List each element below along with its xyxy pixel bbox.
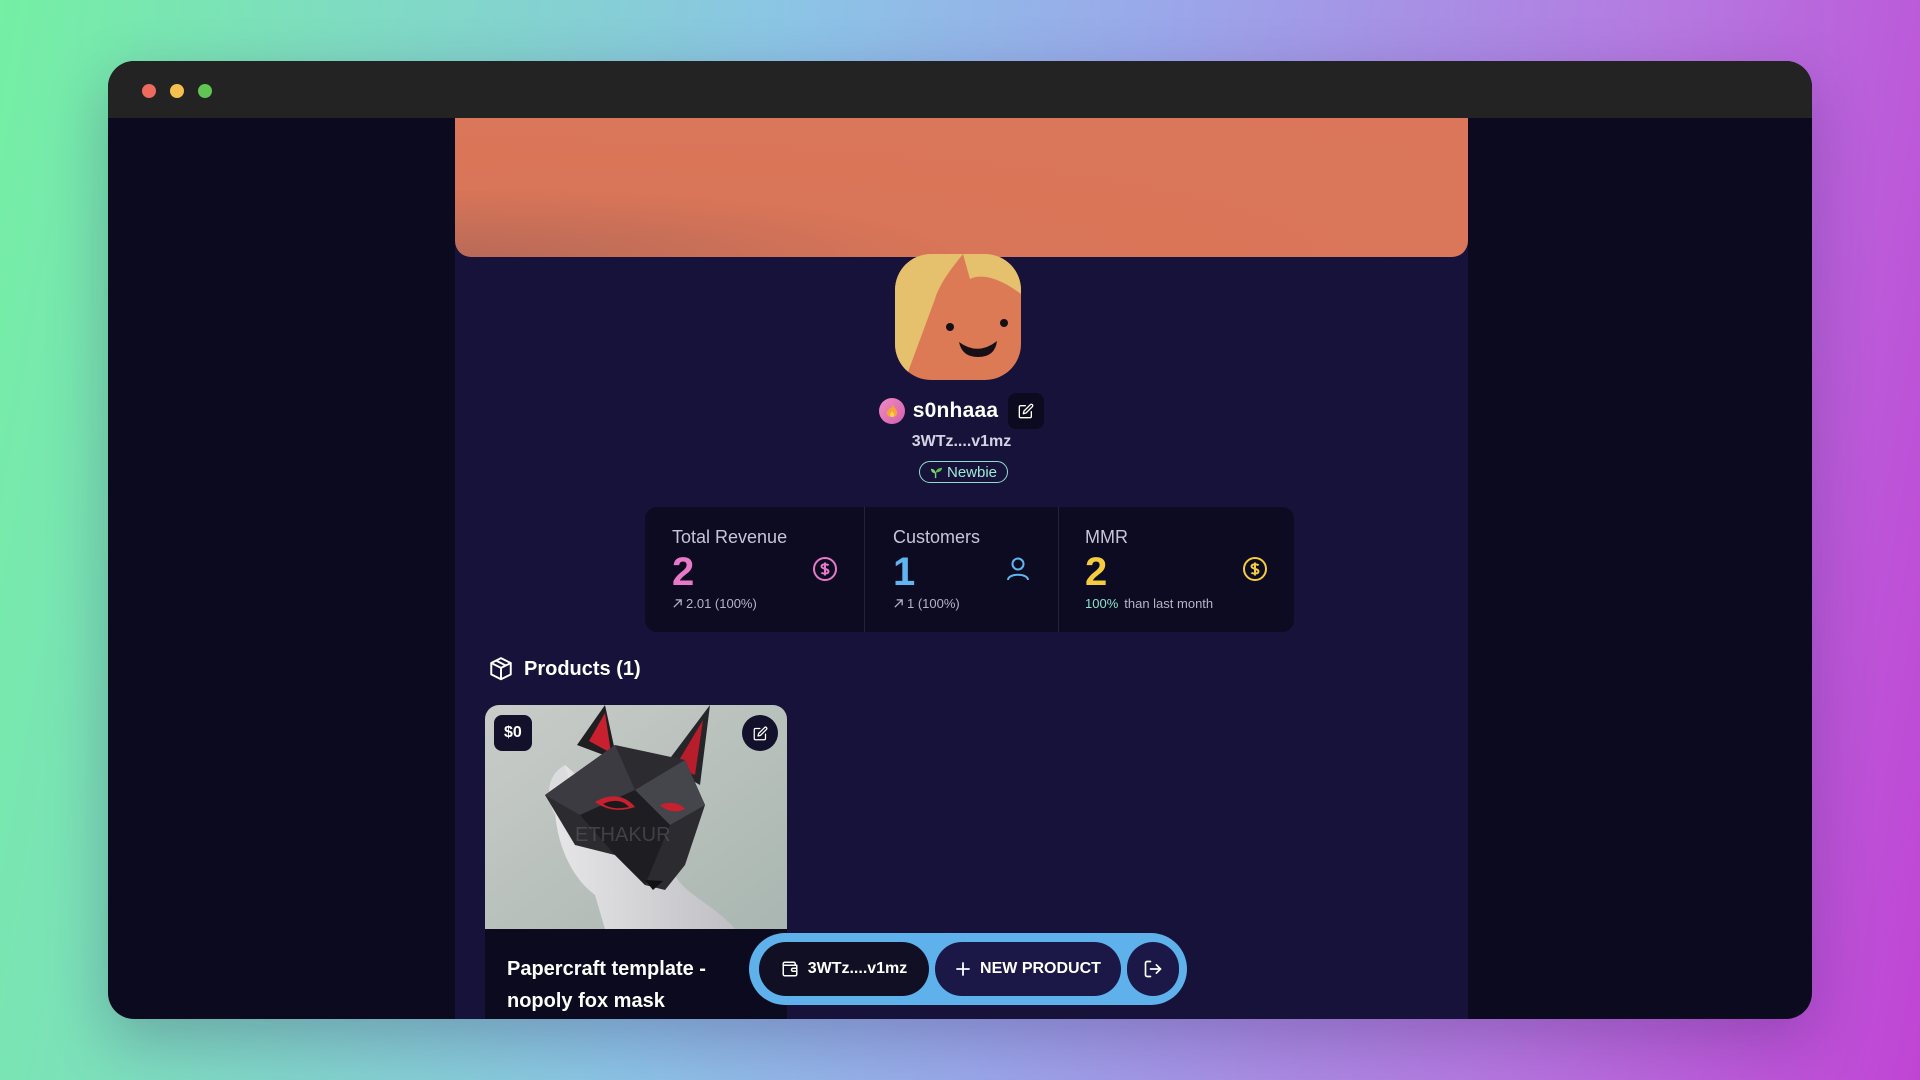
edit-icon [1018, 403, 1034, 419]
products-heading-text: Products (1) [524, 657, 641, 680]
price-tag: $0 [494, 715, 532, 751]
product-card[interactable]: ETHAKUR $0 Papercraft template - nopoly … [485, 705, 787, 1019]
edit-product-button[interactable] [742, 715, 778, 751]
username: s0nhaaa [912, 399, 999, 422]
stat-label: Customers [893, 527, 981, 547]
wallet-button[interactable]: 3WTz....v1mz [759, 942, 929, 996]
stat-change-text: than last month [1124, 596, 1214, 611]
plus-icon [956, 962, 970, 976]
avatar [895, 254, 1021, 380]
trend-up-icon [673, 599, 682, 608]
new-product-button[interactable]: NEW PRODUCT [935, 942, 1121, 996]
new-product-label: NEW PRODUCT [980, 960, 1101, 977]
wallet-button-label: 3WTz....v1mz [807, 960, 908, 977]
profile-page: s0nhaaa 3WTz....v1mz Newbie Total Revenu… [455, 118, 1468, 1019]
stat-change-text: 1 (100%) [907, 596, 960, 611]
level-badge: Newbie [919, 461, 1009, 483]
stat-change-text: 2.01 (100%) [686, 596, 757, 611]
stat-change: 2.01 (100%) [672, 596, 864, 611]
stat-total-revenue: Total Revenue 2 2.01 (100%) [645, 507, 864, 632]
fire-icon [878, 398, 905, 424]
profile-banner [455, 118, 1468, 257]
watermark-text: ETHAKUR [575, 824, 671, 846]
wallet-icon [782, 961, 798, 977]
edit-icon [753, 726, 767, 740]
title-bar [108, 61, 1812, 118]
box-icon [490, 657, 512, 681]
logout-icon [1144, 960, 1162, 978]
maximize-window-button[interactable] [198, 84, 212, 98]
stat-mmr: MMR 2 100% than last month [1058, 507, 1294, 632]
sprout-icon [930, 467, 943, 478]
user-icon [1007, 557, 1029, 581]
wallet-address: 3WTz....v1mz [911, 433, 1012, 450]
stats-panel: Total Revenue 2 2.01 (100%) Customers 1 … [645, 507, 1294, 632]
level-label: Newbie [947, 463, 998, 481]
product-title: Papercraft template - nopoly fox mask [507, 958, 706, 1012]
close-window-button[interactable] [142, 84, 156, 98]
stat-change: 100% than last month [1085, 596, 1294, 611]
dollar-circle-icon [813, 557, 837, 581]
edit-profile-button[interactable] [1008, 393, 1045, 429]
stat-label: Total Revenue [672, 527, 788, 547]
minimize-window-button[interactable] [170, 84, 184, 98]
logout-button[interactable] [1127, 942, 1179, 996]
profile-name-row: s0nhaaa [455, 391, 1468, 431]
stat-change-percent: 100% [1085, 596, 1119, 611]
stat-customers: Customers 1 1 (100%) [864, 507, 1058, 632]
trend-up-icon [894, 599, 903, 608]
stat-value: 1 [893, 550, 916, 594]
app-window: s0nhaaa 3WTz....v1mz Newbie Total Revenu… [108, 61, 1812, 1019]
dollar-circle-icon [1243, 557, 1267, 581]
products-heading: Products (1) [488, 656, 641, 682]
stat-label: MMR [1085, 527, 1128, 547]
stat-change: 1 (100%) [893, 596, 1058, 611]
bottom-action-bar: 3WTz....v1mz NEW PRODUCT [749, 933, 1187, 1005]
